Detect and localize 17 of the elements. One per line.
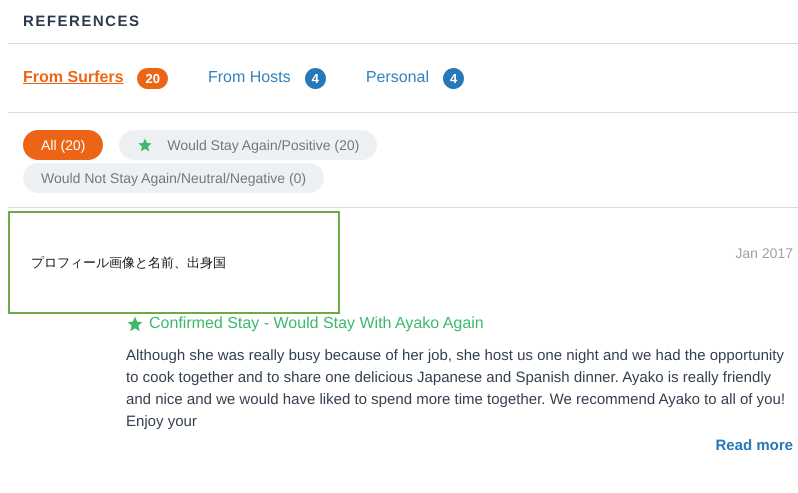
reference-date: Jan 2017: [735, 245, 793, 261]
count-badge: 20: [137, 68, 168, 88]
filter-pill[interactable]: Would Not Stay Again/Neutral/Negative (0): [23, 163, 324, 193]
stay-status: Confirmed Stay - Would Stay With Ayako Again: [149, 315, 484, 333]
read-more-link[interactable]: Read more: [715, 437, 793, 454]
star-icon: [126, 315, 144, 333]
section-title: REFERENCES: [22, 12, 142, 32]
reference-text: Although she was really busy because of her job, she host us one night and we had the opportunity to cook together and to share one delicious Japanese and Spanish dinner. Ayako is really friendly and nice and we would have liked to spend more time together. We recommend Ayako to all of you! Enjoy your: [126, 346, 786, 432]
tab[interactable]: Personal: [366, 69, 429, 87]
tab[interactable]: From Hosts: [208, 69, 291, 87]
filter-pill[interactable]: All (20): [23, 130, 104, 160]
star-icon: [137, 137, 154, 153]
filter-pill[interactable]: Would Stay Again/Positive (20): [119, 130, 378, 160]
count-badge: 4: [304, 68, 326, 88]
tab[interactable]: From Surfers: [23, 69, 124, 87]
count-badge: 4: [443, 68, 464, 88]
annotation-text: プロフィール画像と名前、出身国: [31, 254, 226, 272]
